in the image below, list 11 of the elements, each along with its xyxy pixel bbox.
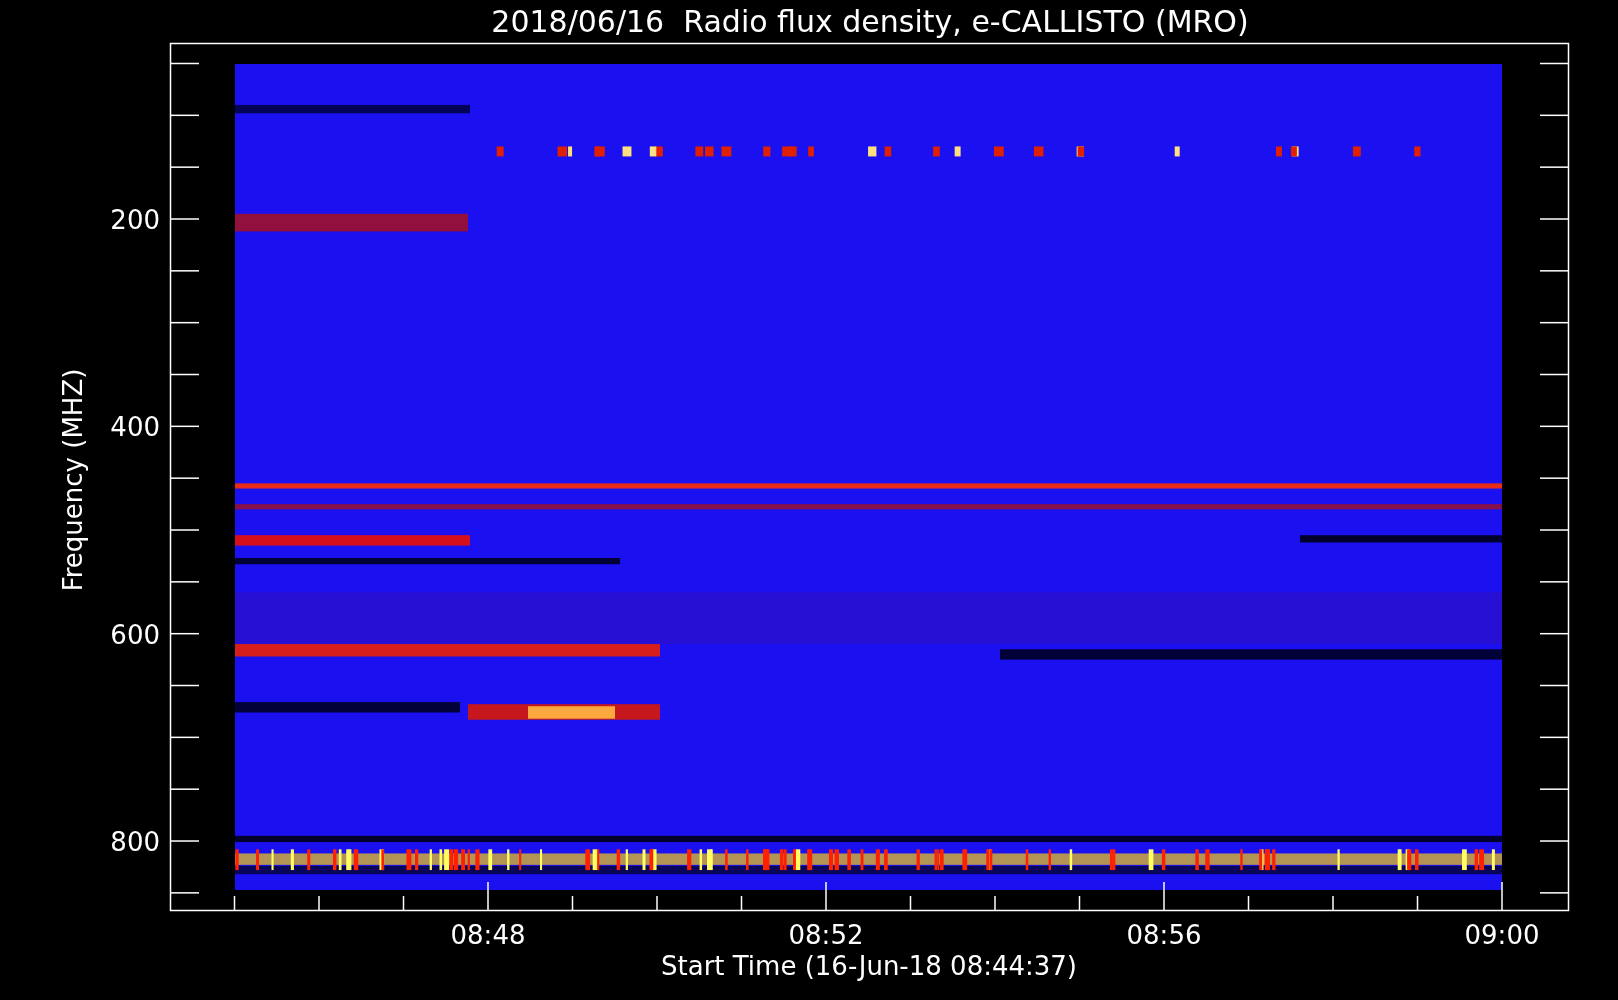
x-tick-label: 08:56	[1126, 920, 1202, 950]
y-axis-label: Frequency (MHZ)	[58, 368, 88, 592]
y-tick-label: 600	[110, 619, 160, 650]
x-tick-label: 09:00	[1464, 920, 1540, 950]
x-axis-label: Start Time (16-Jun-18 08:44:37)	[661, 951, 1077, 981]
x-tick-label: 08:48	[450, 920, 526, 950]
x-tick-label: 08:52	[788, 920, 864, 950]
chart-title: 2018/06/16 Radio flux density, e-CALLISTO (MRO)	[491, 4, 1249, 39]
y-tick-label: 800	[110, 827, 160, 857]
y-tick-label: 400	[110, 412, 160, 443]
y-tick-label: 200	[110, 205, 160, 235]
